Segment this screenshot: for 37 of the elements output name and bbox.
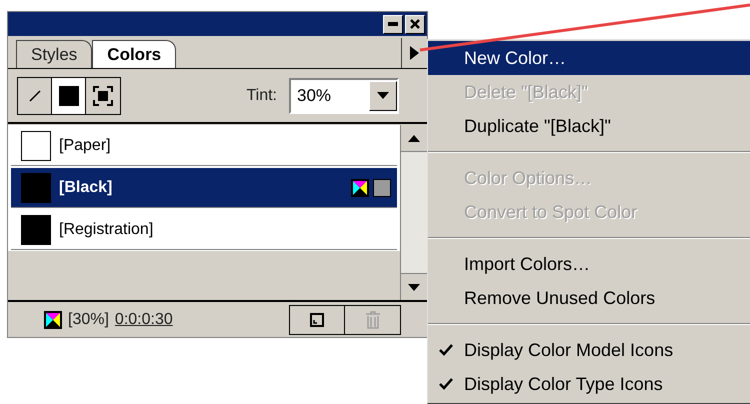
fill-icon (58, 86, 78, 106)
new-swatch-icon (310, 312, 324, 326)
menu-item[interactable]: Import Colors… (428, 247, 750, 281)
checkmark-icon (439, 378, 453, 390)
new-swatch-button[interactable] (289, 304, 345, 334)
color-values: 0:0:0:30 (114, 310, 173, 330)
process-color-icon (373, 178, 391, 196)
tint-label: Tint: (246, 86, 277, 106)
tint-readout: [30%] (68, 310, 109, 330)
cmyk-icon (351, 178, 369, 196)
scrollbar[interactable] (400, 125, 427, 300)
swatch-name: [Black] (59, 178, 114, 198)
stroke-icon (26, 88, 42, 104)
mode-button[interactable] (52, 78, 86, 114)
tint-dropdown[interactable]: 30% (289, 78, 399, 114)
triangle-right-icon (410, 46, 419, 60)
menu-item[interactable]: Display Color Model Icons (428, 333, 750, 367)
menu-item[interactable]: Remove Unused Colors (428, 281, 750, 315)
delete-swatch-button[interactable] (345, 304, 401, 334)
menu-item[interactable]: Duplicate "[Black]" (428, 109, 750, 143)
panel-tab[interactable]: Colors (92, 40, 176, 68)
checkmark-icon (439, 344, 453, 356)
minimize-icon (388, 22, 398, 26)
panel-tab[interactable]: Styles (16, 40, 92, 68)
menu-item[interactable]: New Color… (428, 41, 750, 75)
frame-icon (93, 86, 113, 106)
swatch-name: [Registration] (59, 220, 154, 240)
swatch-row[interactable]: [Black] (11, 168, 397, 208)
close-button[interactable] (405, 14, 425, 34)
trash-icon (364, 310, 380, 328)
cmyk-icon (44, 310, 62, 328)
minimize-button[interactable] (383, 14, 403, 34)
close-icon (410, 19, 420, 29)
swatch-name: [Paper] (59, 136, 112, 156)
scroll-down-icon[interactable] (401, 273, 427, 300)
scroll-up-icon[interactable] (401, 125, 427, 152)
menu-item[interactable]: Display Color Type Icons (428, 367, 750, 401)
